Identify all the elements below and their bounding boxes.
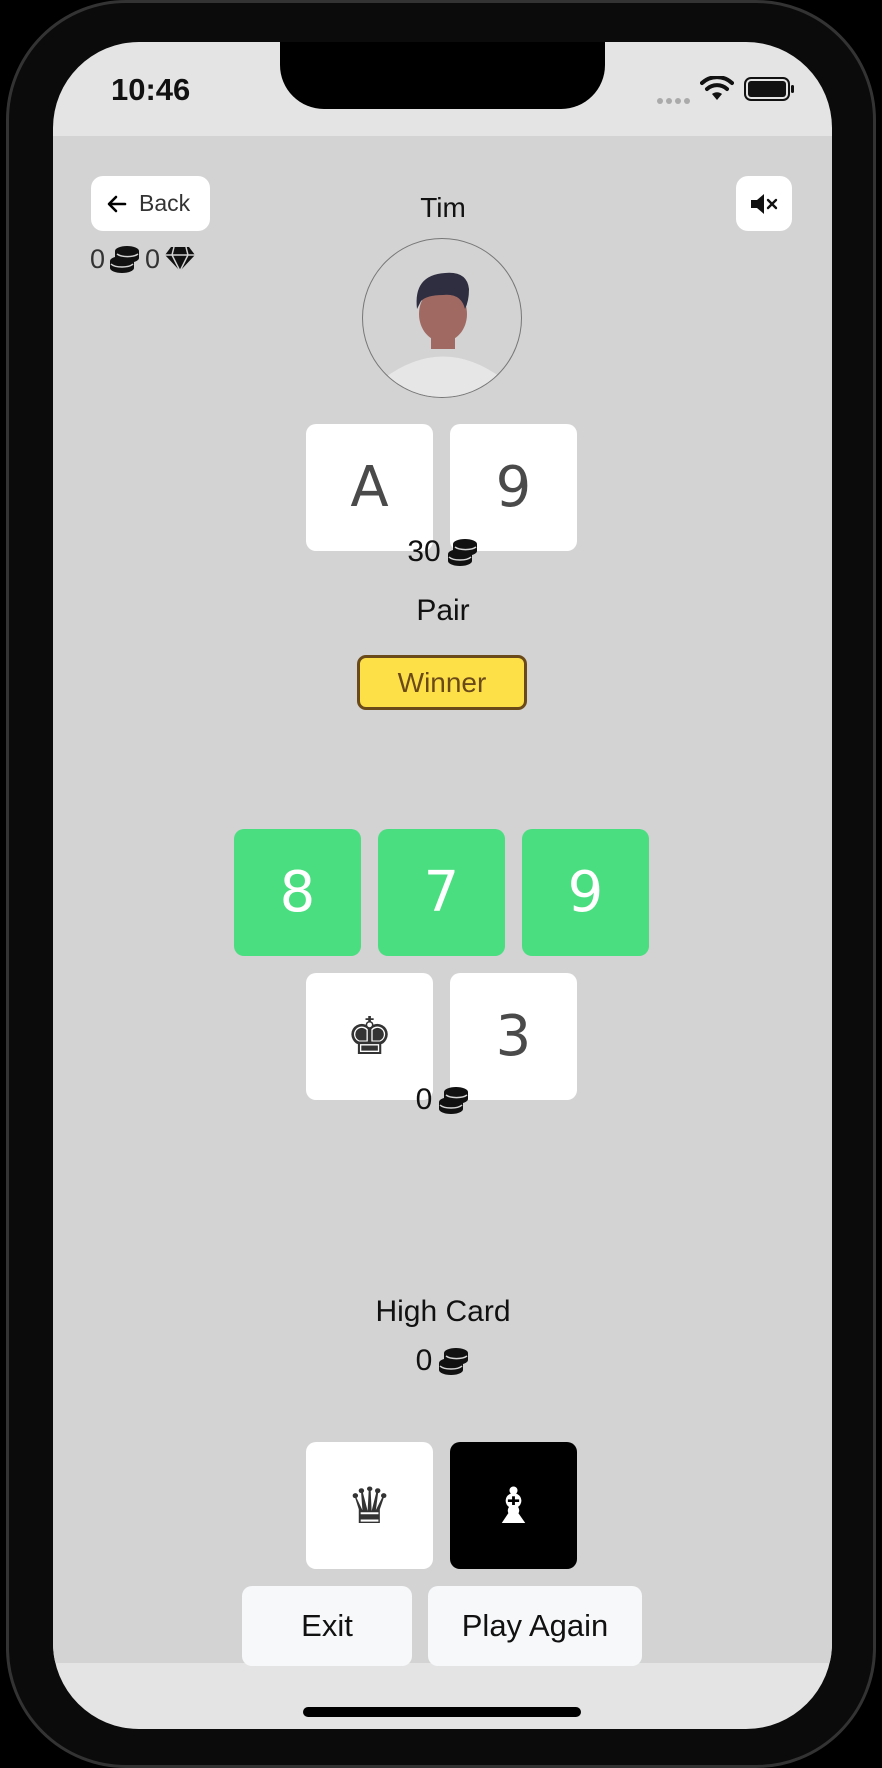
opponent-bet-amount: 30 (407, 535, 441, 568)
phone-screen: 10:46 Back 0 0 Tim A 9 30 Pair Winner 8 … (53, 42, 832, 1729)
avatar (362, 238, 522, 398)
coins-icon (438, 1346, 470, 1376)
my-hand-name: High Card (375, 1295, 511, 1328)
pot: 0 (343, 1340, 543, 1382)
play-again-button[interactable]: Play Again (428, 1586, 642, 1666)
board-card: 8 (234, 829, 361, 956)
gem-icon (164, 245, 196, 273)
game-screen: Back 0 0 Tim A 9 30 Pair Winner 8 7 9 ♚ … (53, 136, 832, 1666)
gems-count: 0 (145, 243, 161, 274)
opponent-hand-name: Pair (416, 594, 470, 627)
opponent-bet: 30 (343, 531, 543, 573)
king-icon: ♚ (346, 1006, 393, 1067)
my-bet-amount: 0 (415, 1083, 433, 1116)
player-name: Tim (420, 192, 466, 223)
coins-count: 0 (90, 243, 106, 274)
wifi-icon (700, 75, 734, 102)
bishop-icon: ♝ (491, 1476, 536, 1535)
back-label: Back (139, 190, 191, 216)
queen-icon: ♛ (347, 1476, 392, 1535)
phone-frame: 10:46 Back 0 0 Tim A 9 30 Pair Winner 8 … (0, 0, 882, 1768)
coins-icon (447, 537, 479, 567)
board-card: 9 (522, 829, 649, 956)
coins-icon (438, 1085, 470, 1115)
back-button[interactable]: Back (91, 176, 210, 231)
arrow-left-icon (105, 192, 129, 216)
exit-button[interactable]: Exit (242, 1586, 412, 1666)
notch (280, 42, 605, 109)
signal-icon (656, 92, 696, 104)
wallet: 0 0 (90, 242, 196, 276)
choice-card-queen[interactable]: ♛ (306, 1442, 433, 1569)
mute-button[interactable] (736, 176, 792, 231)
battery-icon (744, 77, 796, 101)
home-indicator (303, 1707, 581, 1717)
coins-icon (109, 244, 141, 274)
board-card: 7 (378, 829, 505, 956)
volume-mute-icon (749, 192, 779, 216)
my-bet: 0 (343, 1079, 543, 1121)
status-time: 10:46 (111, 72, 191, 107)
pot-amount: 0 (415, 1344, 433, 1377)
winner-badge: Winner (357, 655, 527, 710)
choice-card-bishop[interactable]: ♝ (450, 1442, 577, 1569)
